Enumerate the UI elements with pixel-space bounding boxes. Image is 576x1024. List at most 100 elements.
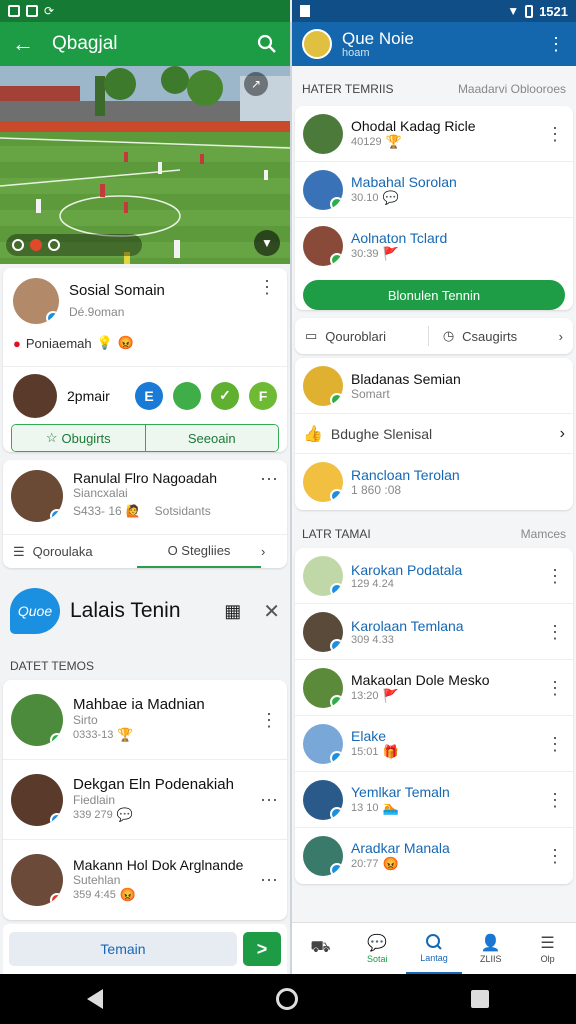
go-button[interactable]: >: [243, 932, 281, 966]
more-icon[interactable]: ⋮: [545, 735, 565, 753]
member-avatar[interactable]: [303, 226, 343, 266]
member-sub: Sutehlan: [73, 873, 121, 887]
nav-back-icon[interactable]: [86, 989, 103, 1009]
more-horizontal-icon[interactable]: ⋯: [259, 791, 279, 809]
member-avatar[interactable]: [11, 854, 63, 906]
member-avatar[interactable]: [303, 611, 343, 652]
circle-badge-1[interactable]: E: [135, 381, 163, 410]
section2-link[interactable]: Mamces: [521, 527, 566, 541]
list-item[interactable]: Aradkar Manala 20:77 😡 ⋮: [295, 828, 573, 884]
member-avatar[interactable]: [303, 169, 343, 210]
section1-title: HATER TEMRIIS: [302, 82, 394, 96]
list-item[interactable]: Karokan Podatala 129 4.24 ⋮: [295, 548, 573, 604]
list-item[interactable]: Makaolan Dole Mesko 13:20 🚩 ⋮: [295, 660, 573, 716]
grid-icon[interactable]: ▦: [224, 601, 241, 622]
member-avatar[interactable]: [303, 779, 343, 820]
list-item[interactable]: Bladanas Semian Somart: [295, 358, 573, 414]
verified-badge-icon: [50, 812, 63, 826]
more-icon[interactable]: ⋮: [545, 567, 565, 585]
more-icon[interactable]: ⋮: [546, 35, 566, 53]
member-avatar[interactable]: [303, 667, 343, 708]
list-item[interactable]: Makann Hol Dok Arglnande Sutehlan 359 4:…: [3, 840, 287, 920]
app-avatar[interactable]: [302, 29, 332, 59]
quoe-logo: Quoe: [10, 588, 60, 634]
nav-home-icon[interactable]: [275, 988, 298, 1010]
close-icon[interactable]: ✕: [263, 599, 280, 624]
cast-icon[interactable]: [12, 239, 24, 251]
list-item[interactable]: Dekgan Eln Podenakiah Fiedlain 339 279 💬 …: [3, 760, 287, 840]
member-avatar[interactable]: [11, 773, 63, 826]
member-meta: 20:77: [351, 858, 379, 870]
status-bar-left: ⟳: [0, 0, 290, 22]
profile-avatar[interactable]: [11, 470, 63, 522]
more-icon[interactable]: ⋮: [545, 623, 565, 641]
more-horizontal-icon[interactable]: ⋯: [259, 871, 279, 889]
search-icon[interactable]: [252, 29, 282, 59]
record-icon[interactable]: [30, 239, 42, 251]
tab-qoroulaka[interactable]: ☰ Qoroulaka: [13, 535, 137, 568]
section1-link[interactable]: Maadarvi Oblooroes: [458, 82, 566, 96]
tab-lantag[interactable]: Lantag: [405, 923, 463, 974]
list-item[interactable]: Rancloan Terolan 1 860 :08: [295, 454, 573, 510]
csaugirts-link[interactable]: Csaugirts: [462, 329, 551, 344]
more-icon[interactable]: ⋮: [259, 711, 279, 729]
member-avatar[interactable]: [11, 693, 63, 746]
more-icon[interactable]: ⋮: [545, 847, 565, 865]
member-meta: 40129: [351, 135, 382, 148]
blonulen-tennin-button[interactable]: Blonulen Tennin: [303, 280, 565, 310]
list-item[interactable]: Elake 15:01 🎁 ⋮: [295, 716, 573, 772]
seeoain-button[interactable]: Seeoain: [144, 425, 278, 451]
list-item[interactable]: Mabahal Sorolan 30.10 💬: [295, 162, 573, 218]
list-item[interactable]: Aolnaton Tclard 30:39 🚩: [295, 218, 573, 274]
flag-emoji-icon: 🚩: [382, 687, 399, 703]
chevron-right-icon[interactable]: ›: [560, 425, 565, 443]
left-pane: ← Qbagjal ↗ ▼ Sosial Somain Dé.9oman ⋮ ●…: [0, 22, 290, 974]
member-avatar[interactable]: [303, 555, 343, 596]
tab-zliis[interactable]: 👤 ZLIIS: [462, 923, 519, 974]
lightbulb-icon: 💡: [96, 335, 113, 350]
obugirts-button[interactable]: ☆ Obugirts: [12, 425, 145, 451]
team-button[interactable]: Temain: [9, 932, 237, 966]
fullscreen-icon[interactable]: ▼: [254, 230, 280, 256]
verified-badge-icon: [330, 863, 343, 876]
list-item[interactable]: Karolaan Temlana 309 4.33 ⋮: [295, 604, 573, 660]
tab-car[interactable]: ⛟: [292, 923, 349, 974]
member-avatar[interactable]: [303, 462, 343, 502]
verified-badge-icon: [330, 582, 343, 596]
tab-stegliies[interactable]: O Stegliies: [137, 535, 261, 568]
circle-badge-4[interactable]: F: [249, 381, 277, 410]
member-name: Yemlkar Temaln: [351, 783, 450, 800]
latest-teams-header: DATET TEMOS: [0, 650, 290, 676]
tab-olp[interactable]: ☰ Olp: [519, 923, 576, 974]
qouroblari-link[interactable]: Qouroblari: [325, 329, 414, 344]
avatar[interactable]: [13, 278, 59, 324]
link-icon[interactable]: [48, 239, 60, 251]
member-avatar[interactable]: [303, 365, 343, 406]
back-arrow-icon[interactable]: ←: [8, 29, 38, 59]
bdughe-slenisal-row[interactable]: 👍 Bdughe Slenisal ›: [295, 414, 573, 454]
tab-sotai[interactable]: 💬 Sotai: [349, 923, 406, 974]
member-avatar[interactable]: [303, 836, 343, 876]
circle-badge-2[interactable]: [173, 381, 201, 410]
chevron-right-icon[interactable]: ›: [261, 544, 277, 559]
more-icon[interactable]: ⋮: [545, 679, 565, 697]
share-icon[interactable]: ↗: [244, 72, 268, 96]
more-icon[interactable]: ⋮: [545, 791, 565, 809]
member-name: Dekgan Eln Podenakiah: [73, 776, 234, 793]
list-item[interactable]: Ohodal Kadag Ricle 40129 🏆 ⋮: [295, 106, 573, 162]
quoe-title: Lalais Tenin: [70, 599, 181, 622]
stat-avatar[interactable]: [13, 373, 57, 418]
more-icon[interactable]: ⋮: [545, 125, 565, 143]
member-avatar[interactable]: [303, 113, 343, 154]
more-icon[interactable]: ⋮: [257, 278, 277, 296]
bottom-tab-bar: ⛟ 💬 Sotai Lantag 👤 ZLIIS ☰ Olp: [292, 922, 576, 974]
circle-badge-3[interactable]: ✓: [211, 381, 239, 410]
list-item[interactable]: Mahbae ia Madnian Sirto 0333-13 🏆 ⋮: [3, 680, 287, 760]
match-video-player[interactable]: ↗ ▼: [0, 66, 290, 264]
chevron-right-icon[interactable]: ›: [559, 329, 563, 344]
nav-recents-icon[interactable]: [471, 990, 490, 1008]
list-item[interactable]: Yemlkar Temaln 13 10 🏊 ⋮: [295, 772, 573, 828]
chat-emoji-icon: 💬: [382, 189, 399, 205]
member-avatar[interactable]: [303, 723, 343, 764]
more-horizontal-icon[interactable]: ⋯: [259, 470, 279, 488]
